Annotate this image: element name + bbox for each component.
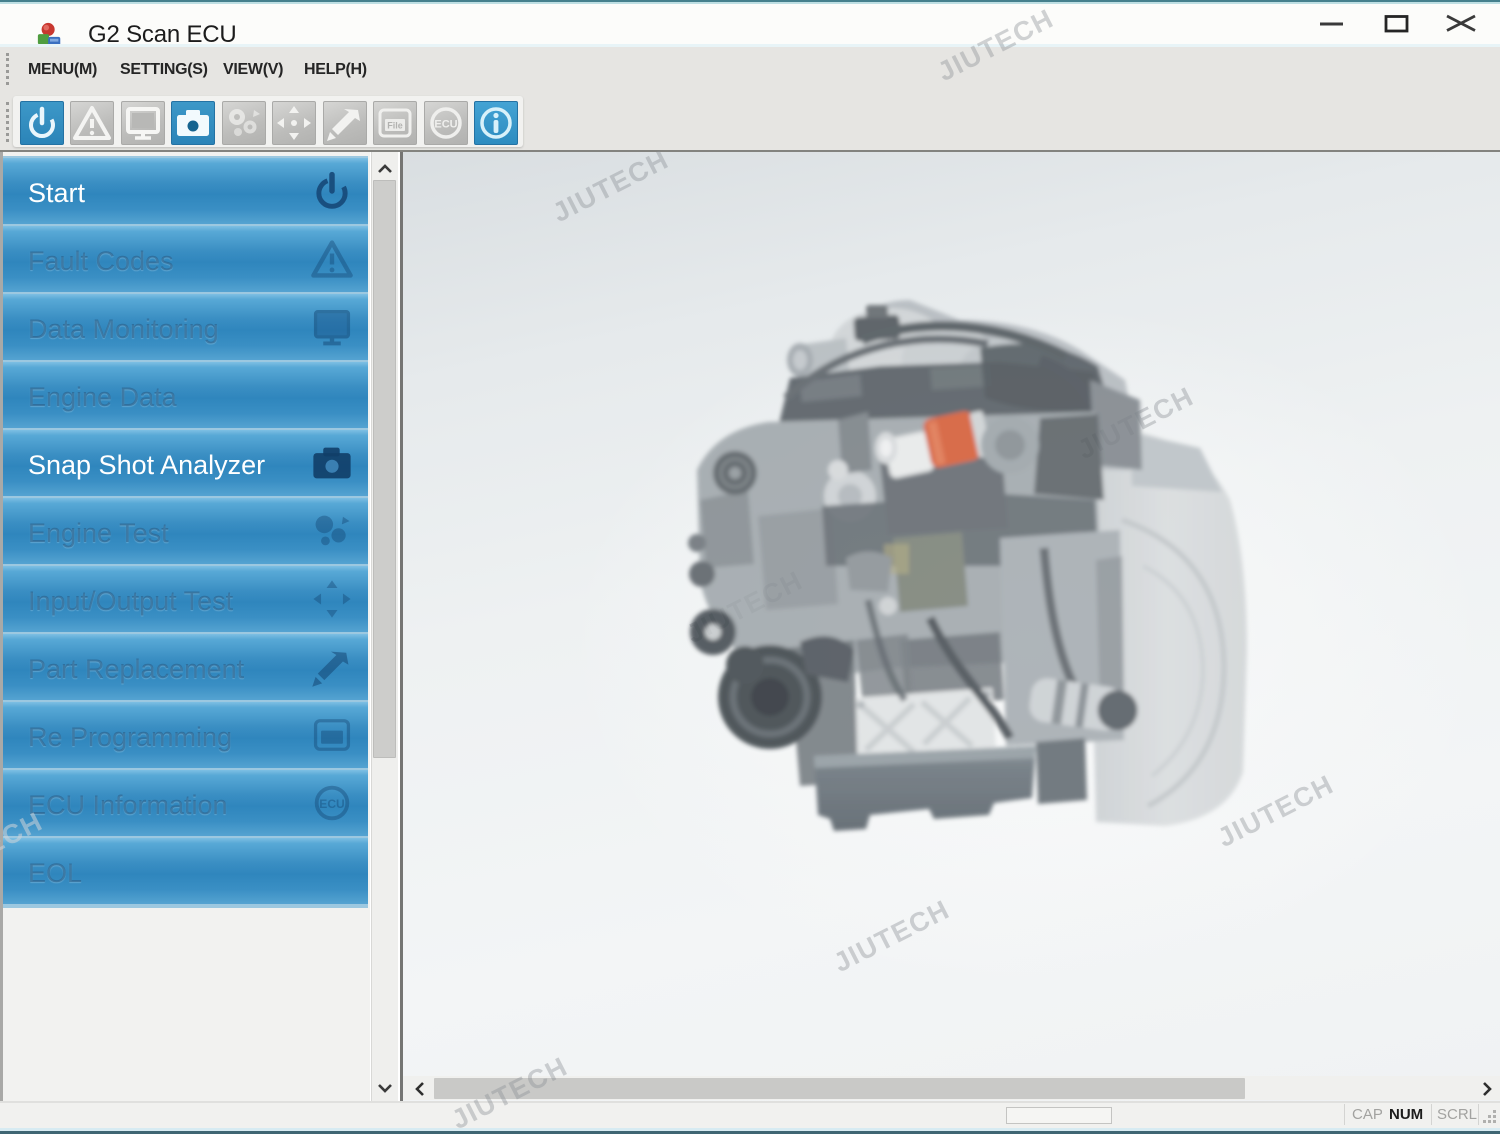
svg-text:ECU: ECU — [434, 119, 457, 131]
svg-text:File: File — [387, 121, 403, 131]
svg-text:ECU: ECU — [319, 797, 344, 811]
